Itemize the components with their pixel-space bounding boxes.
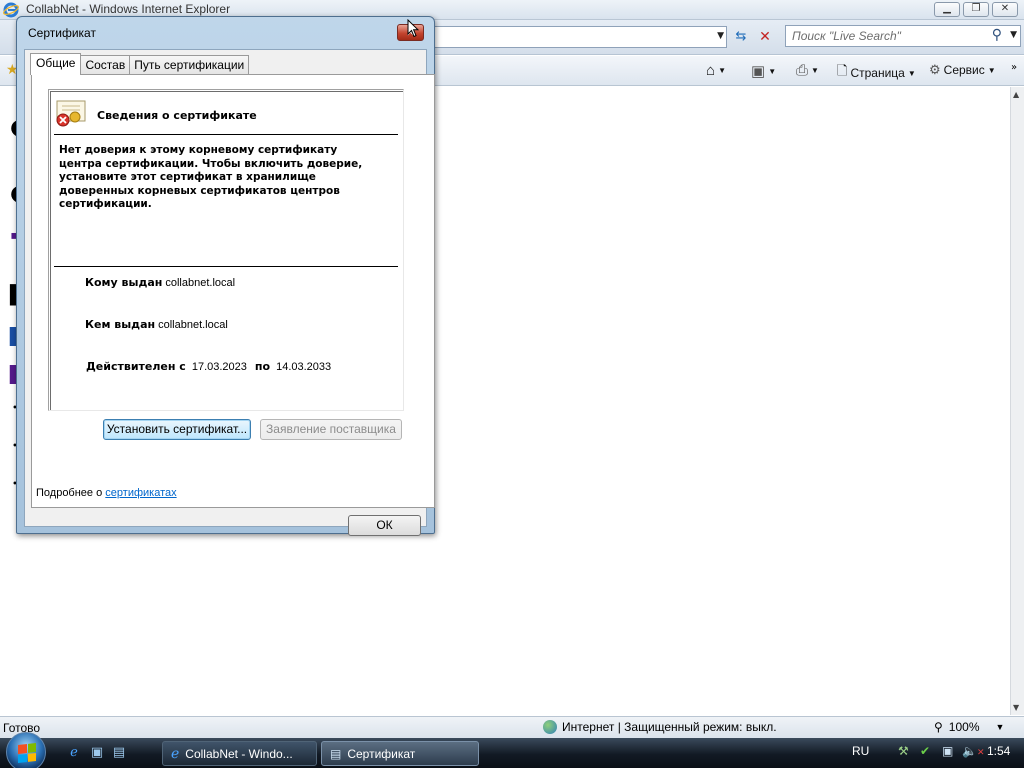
gear-icon: ⚙ bbox=[929, 62, 941, 77]
tab-details[interactable]: Состав bbox=[80, 55, 131, 75]
quicklaunch-switch-icon[interactable]: ▤ bbox=[111, 745, 127, 761]
zoom-icon: ⚲ bbox=[934, 720, 943, 734]
issued-by-row: Кем выдан collabnet.local bbox=[85, 318, 228, 331]
home-icon: ⌂ bbox=[706, 62, 716, 79]
start-button[interactable] bbox=[6, 732, 46, 768]
tools-menu-button[interactable]: ⚙ Сервис ▼ bbox=[929, 62, 996, 78]
validity-row: Действителен с 17.03.2023 по 14.03.2033 bbox=[86, 360, 331, 373]
search-dropdown-icon[interactable]: ▼ bbox=[1010, 30, 1017, 40]
taskbar-item-certificate[interactable]: ▤ Сертификат bbox=[321, 741, 479, 766]
issued-by-value: collabnet.local bbox=[158, 319, 228, 331]
security-zone[interactable]: Интернет | Защищенный режим: выкл. bbox=[543, 720, 777, 734]
address-input[interactable]: ▼ bbox=[430, 26, 727, 48]
close-window-button[interactable]: ✕ bbox=[992, 2, 1018, 17]
feeds-dropdown-icon[interactable]: ▼ bbox=[768, 67, 776, 76]
ie-window-title: CollabNet - Windows Internet Explorer bbox=[26, 2, 231, 16]
zoom-level: 100% bbox=[948, 720, 980, 734]
issued-to-label: Кому выдан bbox=[85, 276, 163, 289]
feeds-icon: ▣ bbox=[751, 63, 766, 80]
refresh-button[interactable]: ⇆ bbox=[731, 27, 751, 47]
tab-panel-general: Сведения о сертификате Нет доверия к это… bbox=[31, 74, 435, 508]
quicklaunch-desktop-icon[interactable]: ▣ bbox=[89, 745, 105, 761]
stop-button[interactable]: ✕ bbox=[755, 27, 775, 47]
divider bbox=[54, 134, 398, 135]
globe-icon bbox=[543, 720, 557, 734]
zoom-control[interactable]: ⚲ 100% ▼ bbox=[934, 720, 1004, 734]
search-placeholder: Поиск "Live Search" bbox=[792, 29, 901, 43]
mouse-cursor-icon bbox=[407, 19, 419, 38]
learn-more-line: Подробнее о сертификатах bbox=[36, 487, 177, 499]
stop-icon: ✕ bbox=[759, 29, 771, 45]
ok-button[interactable]: ОК bbox=[348, 515, 421, 536]
certificates-link[interactable]: сертификатах bbox=[105, 487, 176, 499]
certificate-info-heading: Сведения о сертификате bbox=[97, 109, 257, 122]
print-icon: ⎙ bbox=[796, 62, 809, 79]
valid-from-label: Действителен с bbox=[86, 360, 186, 373]
home-button[interactable]: ⌂ ▼ bbox=[706, 62, 726, 79]
tray-network-icon[interactable]: ▣ bbox=[942, 744, 953, 758]
dialog-client-area: Общие Состав Путь сертификации Сведения … bbox=[24, 49, 435, 536]
vertical-scrollbar[interactable]: ▲ ▼ bbox=[1010, 87, 1024, 715]
page-dropdown-icon: ▼ bbox=[907, 68, 916, 78]
tools-dropdown-icon: ▼ bbox=[987, 65, 996, 75]
address-dropdown-icon[interactable]: ▼ bbox=[717, 31, 724, 41]
language-indicator[interactable]: RU bbox=[852, 744, 869, 758]
windows-logo-icon bbox=[18, 743, 36, 763]
page-icon: 🗋 bbox=[837, 63, 848, 78]
minimize-icon: ▁ bbox=[943, 3, 951, 14]
certificate-error-icon bbox=[56, 100, 86, 127]
refresh-icon: ⇆ bbox=[735, 29, 747, 44]
close-icon: ✕ bbox=[1000, 3, 1010, 14]
certificate-dialog: Сертификат ✕ Общие Состав Путь сертифика… bbox=[16, 16, 435, 536]
tab-strip: Общие Состав Путь сертификации bbox=[30, 53, 250, 75]
maximize-button[interactable]: ❐ bbox=[963, 2, 989, 17]
quicklaunch-ie-icon[interactable]: ℯ bbox=[66, 745, 82, 761]
ie-status-bar: Готово Интернет | Защищенный режим: выкл… bbox=[0, 716, 1024, 738]
issuer-statement-button[interactable]: Заявление поставщика bbox=[260, 419, 402, 440]
tray-volume-icon[interactable]: 🔈✕ bbox=[962, 744, 985, 758]
page-menu-label: Страница bbox=[850, 66, 905, 80]
security-zone-text: Интернет | Защищенный режим: выкл. bbox=[562, 720, 777, 734]
issued-to-value: collabnet.local bbox=[165, 277, 236, 289]
tray-network-tool-icon[interactable]: ⚒ bbox=[898, 744, 909, 758]
valid-to-label: по bbox=[254, 360, 271, 373]
restore-icon: ❐ bbox=[971, 3, 981, 14]
taskbar-item-label: CollabNet - Windo... bbox=[185, 746, 293, 761]
minimize-button[interactable]: ▁ bbox=[934, 2, 960, 17]
feeds-button[interactable]: ▣ ▼ bbox=[751, 62, 776, 80]
issued-by-label: Кем выдан bbox=[85, 318, 156, 331]
print-dropdown-icon[interactable]: ▼ bbox=[811, 66, 819, 75]
ie-icon: ℯ bbox=[171, 745, 180, 761]
scroll-down-icon[interactable]: ▼ bbox=[1013, 703, 1019, 712]
home-dropdown-icon[interactable]: ▼ bbox=[718, 66, 726, 75]
tab-certification-path[interactable]: Путь сертификации bbox=[129, 55, 250, 75]
certificate-info-box: Сведения о сертификате Нет доверия к это… bbox=[48, 89, 404, 411]
issued-to-row: Кому выдан collabnet.local bbox=[85, 276, 235, 289]
search-input[interactable]: Поиск "Live Search" ⚲ ▼ bbox=[785, 25, 1021, 47]
zoom-dropdown-icon[interactable]: ▼ bbox=[996, 722, 1005, 732]
dialog-title: Сертификат bbox=[28, 26, 96, 40]
divider bbox=[54, 266, 398, 267]
learn-more-prefix: Подробнее о bbox=[36, 487, 103, 499]
search-icon[interactable]: ⚲ bbox=[992, 27, 1002, 43]
print-button[interactable]: ⎙ ▼ bbox=[796, 62, 819, 79]
chevron-more-icon[interactable]: » bbox=[1011, 62, 1017, 73]
tray-checkmark-icon[interactable]: ✔ bbox=[920, 744, 930, 758]
valid-to-value: 14.03.2033 bbox=[276, 361, 332, 373]
page-menu-button[interactable]: 🗋 Страница ▼ bbox=[837, 62, 916, 84]
tab-general[interactable]: Общие bbox=[30, 53, 82, 75]
certificate-icon: ▤ bbox=[330, 746, 342, 761]
ie-logo-icon bbox=[3, 2, 19, 18]
taskbar-item-label: Сертификат bbox=[347, 746, 416, 761]
taskbar-item-ie[interactable]: ℯ CollabNet - Windo... bbox=[162, 741, 317, 766]
tray-clock[interactable]: 1:54 bbox=[987, 744, 1010, 758]
valid-from-value: 17.03.2023 bbox=[191, 361, 247, 373]
trust-warning-text: Нет доверия к этому корневому сертификат… bbox=[59, 144, 363, 210]
taskbar: ℯ ▣ ▤ ℯ CollabNet - Windo... ▤ Сертифика… bbox=[0, 732, 1024, 768]
tools-menu-label: Сервис bbox=[943, 63, 985, 77]
install-certificate-button[interactable]: Установить сертификат... bbox=[103, 419, 251, 440]
scroll-up-icon[interactable]: ▲ bbox=[1013, 90, 1019, 99]
